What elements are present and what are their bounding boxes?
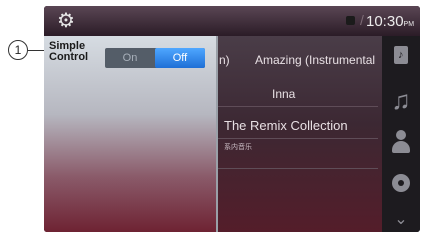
artist-icon[interactable] [382, 128, 420, 156]
clock-ampm: PM [403, 21, 415, 28]
head-unit-screen: ⚙ / 10:30PM n) Amazing (Instrumental Inn… [44, 6, 420, 232]
music-note-icon[interactable]: ♫ [382, 86, 420, 114]
toggle-on-option[interactable]: On [105, 48, 155, 68]
music-file-icon-note: ♪ [398, 49, 404, 61]
clock: 10:30PM [366, 13, 414, 34]
disc-icon[interactable] [382, 171, 420, 199]
callout-leader-line [28, 50, 44, 51]
artist-icon-body [392, 141, 410, 153]
disc-icon-hole [398, 180, 404, 186]
list-item-subtext: 系内音乐 [224, 144, 252, 151]
toggle-off-option[interactable]: Off [155, 48, 205, 68]
list-item-title[interactable]: Amazing (Instrumental [255, 53, 375, 67]
callout-marker: 1 [8, 40, 28, 60]
music-file-icon[interactable]: ♪ [382, 42, 420, 70]
list-item-fragment: n) [219, 53, 230, 67]
simple-control-toggle[interactable]: On Off [105, 48, 205, 68]
gear-icon[interactable]: ⚙ [54, 9, 78, 33]
source-sidebar: ♪ ♫ ⌄ [382, 36, 420, 232]
status-indicator-icon [346, 16, 355, 25]
simple-control-label: Simple Control [49, 40, 89, 63]
clock-time: 10:30 [366, 13, 404, 30]
list-item-album[interactable]: The Remix Collection [224, 118, 348, 133]
status-bar: ⚙ / 10:30PM [44, 6, 420, 36]
list-divider [218, 168, 378, 169]
simple-control-panel: Simple Control On Off [44, 36, 218, 232]
list-divider [218, 106, 378, 107]
artist-icon-head [396, 130, 406, 140]
list-item-artist[interactable]: Inna [272, 87, 295, 101]
status-divider: / [360, 12, 364, 28]
more-chevron-icon[interactable]: ⌄ [382, 206, 420, 232]
list-divider [218, 138, 378, 139]
